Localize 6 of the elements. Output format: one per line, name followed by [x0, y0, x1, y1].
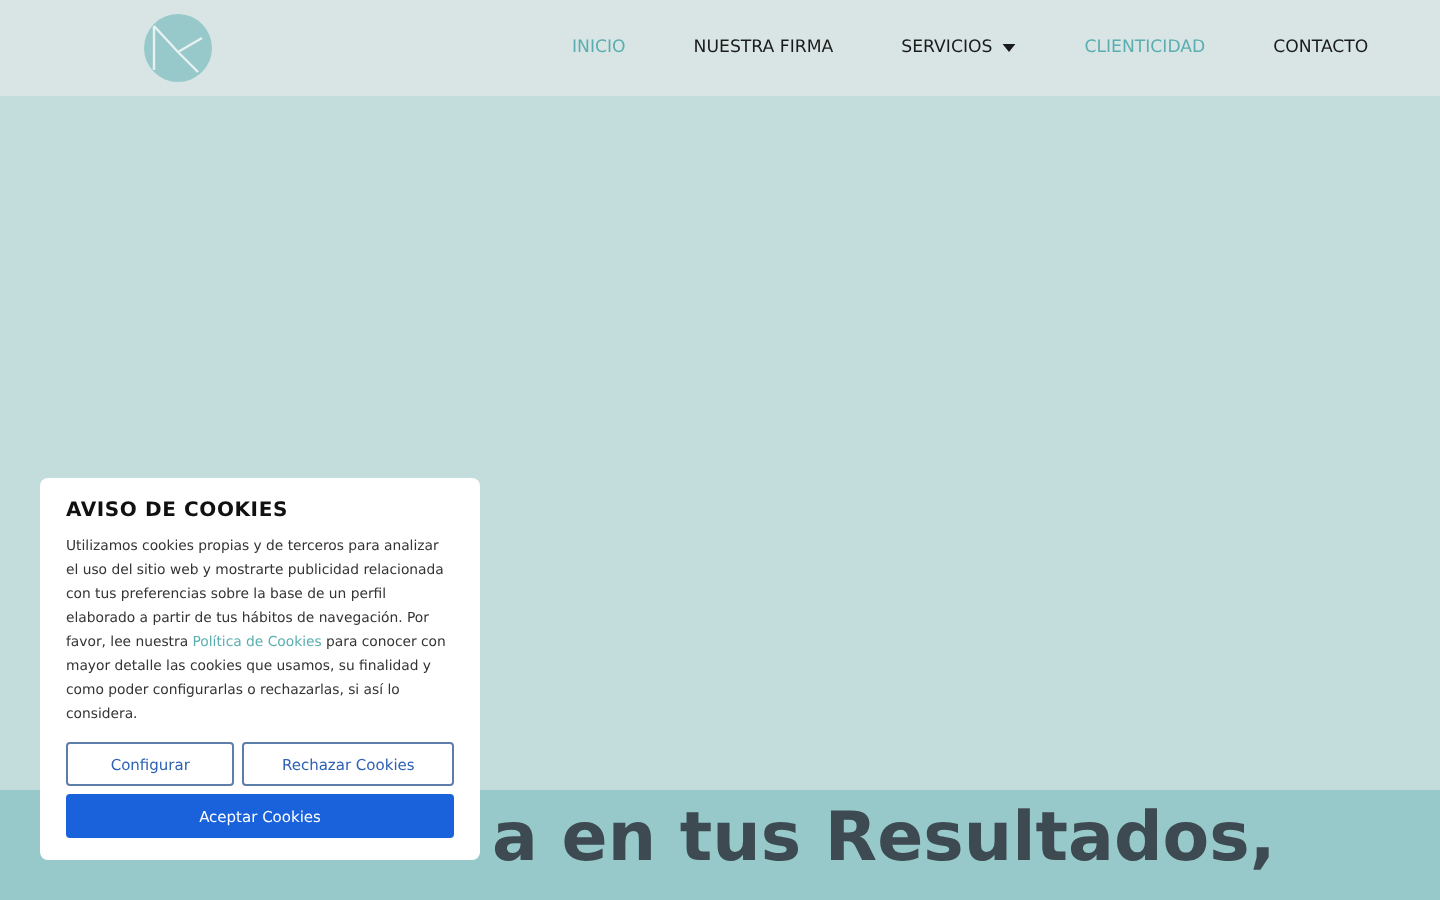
nav-link[interactable]: NUESTRA FIRMA: [659, 38, 868, 58]
cookie-title: AVISO DE COOKIES: [66, 500, 290, 522]
nav-link[interactable]: SERVICIOS: [867, 38, 1051, 58]
logo-icon[interactable]: [144, 14, 212, 82]
hero-headline: a en tus Resultados,: [492, 798, 1278, 878]
nav-link[interactable]: CONTACTO: [1239, 38, 1403, 58]
